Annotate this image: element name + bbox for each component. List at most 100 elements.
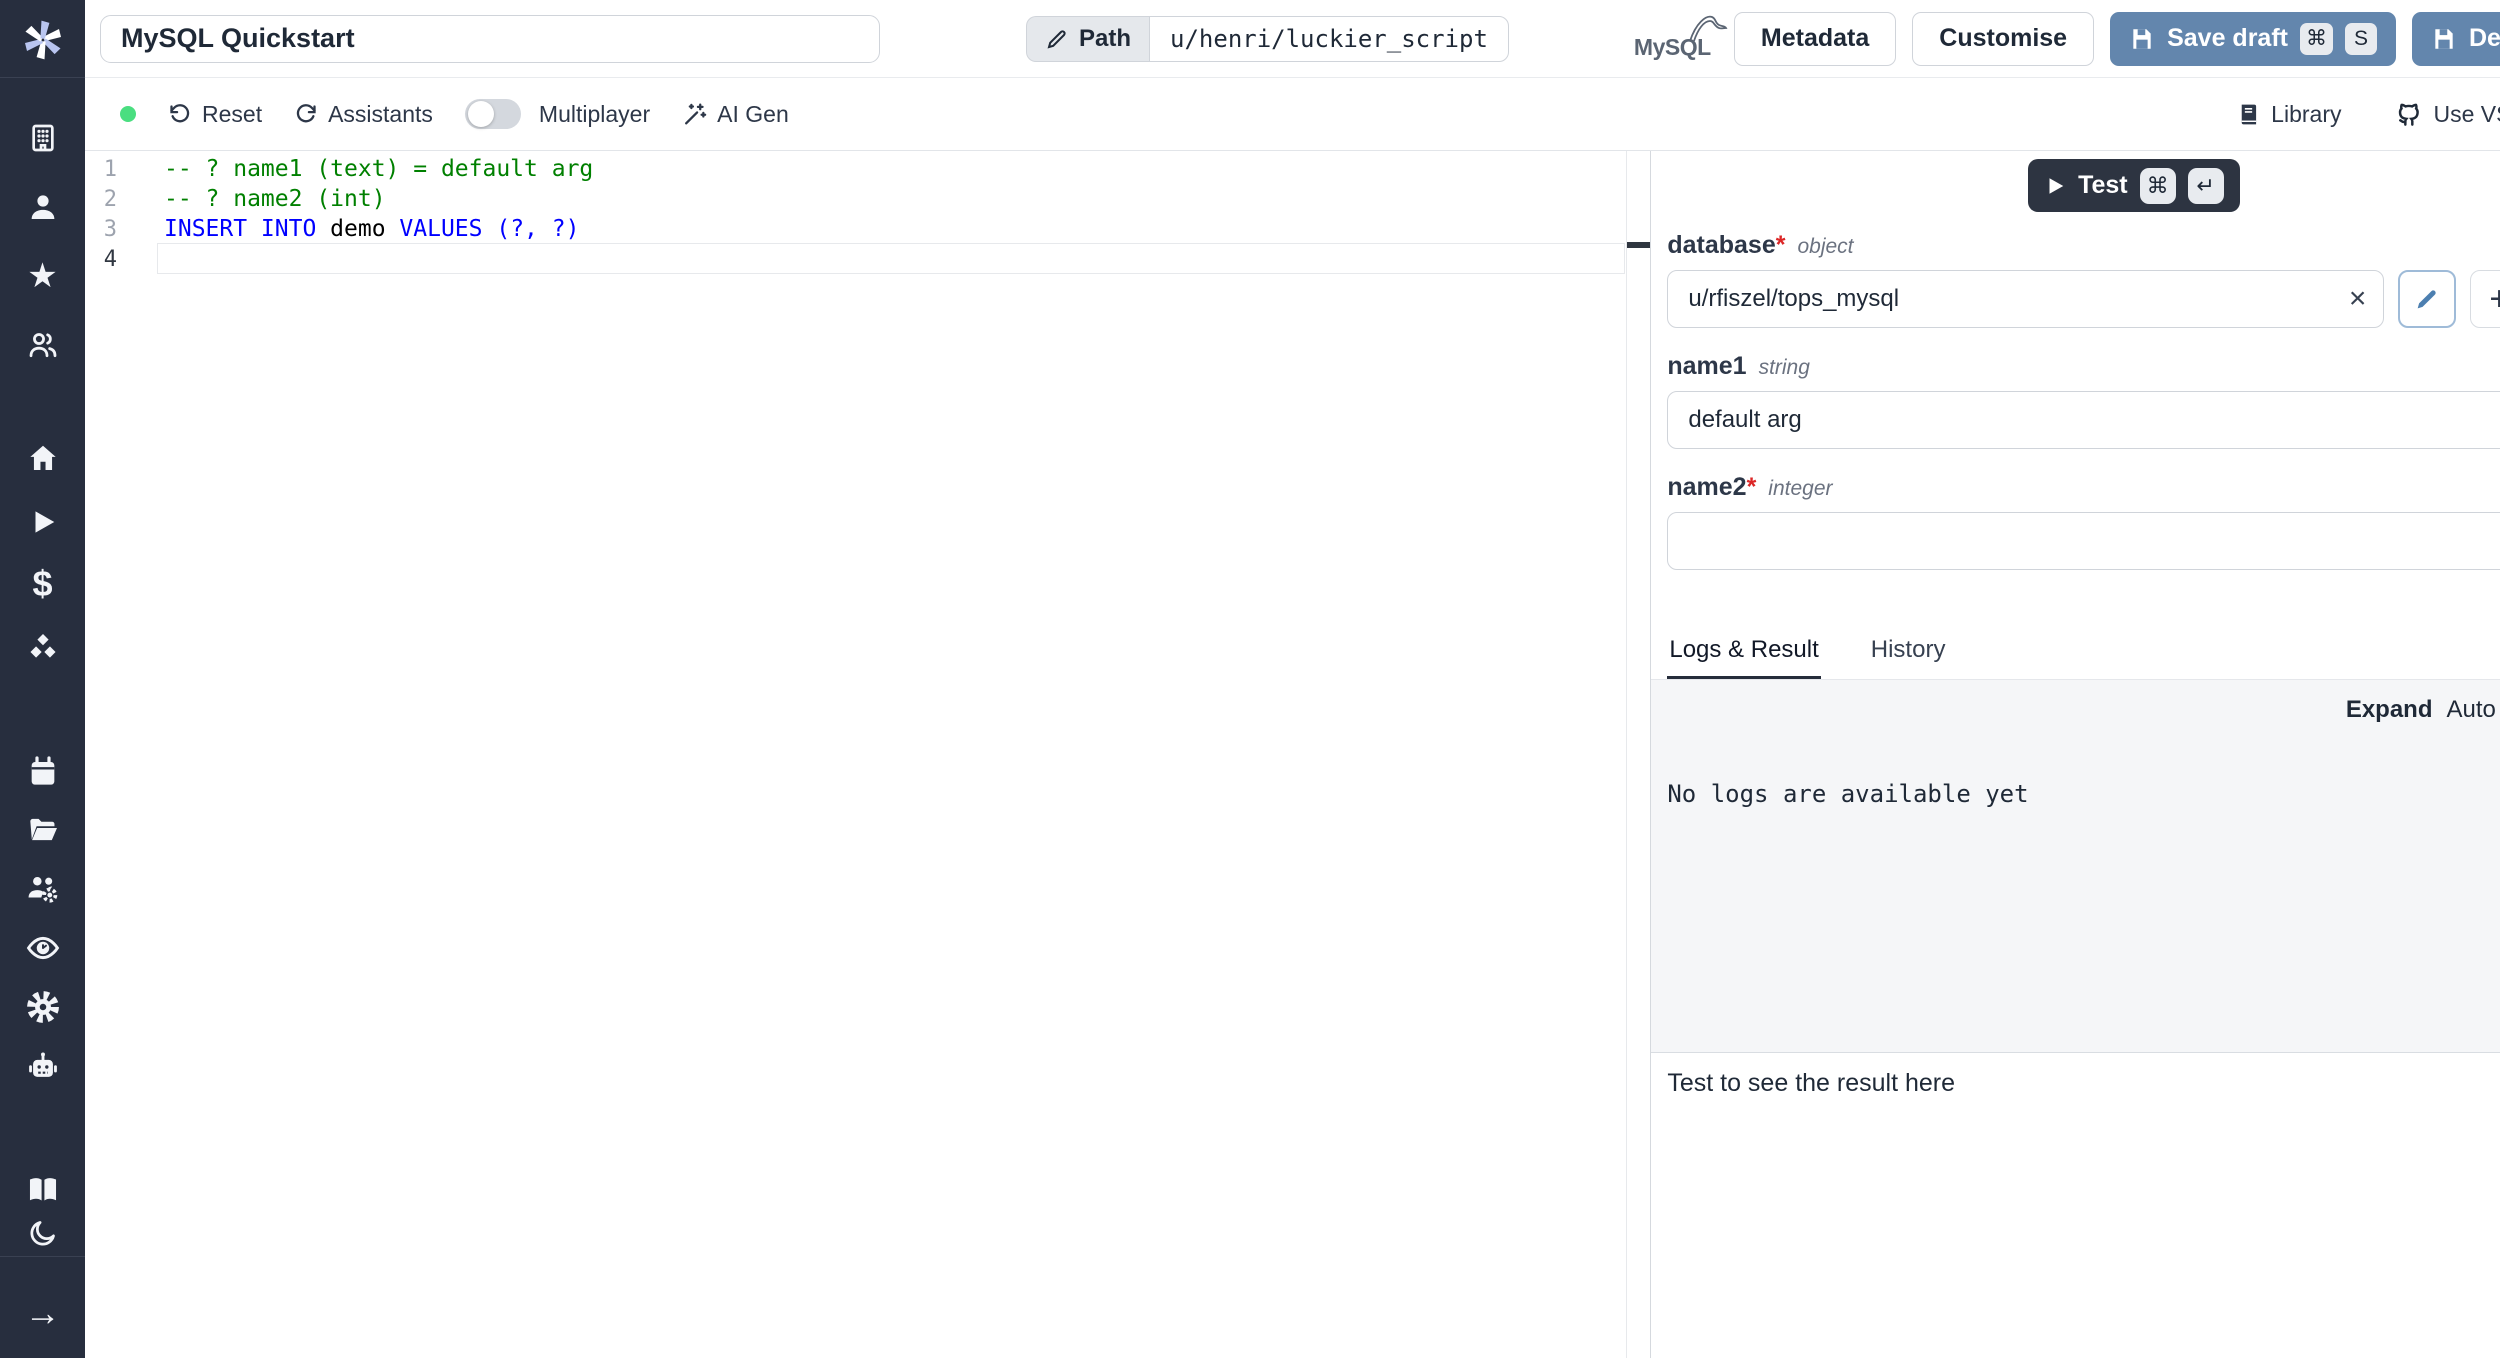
code-text: -- ? name1 (text) = default arg [164,156,594,182]
windmill-logo-icon[interactable] [19,16,67,64]
assistants-button[interactable]: Assistants [294,101,433,128]
path-group: Path u/henri/luckier_script [1026,15,1509,62]
sql-params: (?, ?) [482,216,580,242]
code-line: 1 -- ? name1 (text) = default arg [85,154,1650,184]
book-open-icon[interactable] [21,1170,65,1210]
arrow-right-icon[interactable]: → [21,1293,65,1333]
use-vscode-label: Use VScode [2433,100,2500,127]
field-name: name1 [1667,352,1747,380]
edit-resource-button[interactable] [2398,270,2457,328]
sql-keyword: INSERT INTO [164,216,317,242]
ai-gen-button[interactable]: AI Gen [682,101,789,128]
library-button[interactable]: Library [2236,101,2341,128]
deploy-label: Deploy [2468,24,2500,52]
pencil-icon [2418,290,2437,309]
editor-toolbar: Reset Assistants Multiplayer AI Gen Libr… [85,78,2500,150]
script-title-input[interactable] [100,14,880,63]
folder-open-icon[interactable] [21,810,65,850]
mysql-logo-text: MySQL [1633,33,1711,60]
code-text: -- ? name2 (int) [164,186,386,212]
rotate-ccw-icon [170,104,190,123]
code-line: 4 [85,244,1650,274]
field-type: integer [1768,477,1833,500]
kbd-cmd: ⌘ [2299,22,2333,55]
tab-logs-result[interactable]: Logs & Result [1667,626,1821,679]
line-number: 2 [103,186,117,212]
line-number: 3 [103,216,117,242]
save-icon [2133,28,2151,49]
required-error: Required [1667,576,2500,602]
tab-history[interactable]: History [1869,626,1948,679]
gear-icon[interactable] [21,987,65,1027]
save-draft-button[interactable]: Save draft ⌘ S [2110,11,2396,66]
home-icon[interactable] [21,438,65,478]
expand-button[interactable]: Expand [2346,696,2433,724]
reset-button[interactable]: Reset [168,101,262,128]
use-vscode-button[interactable]: Use VScode [2396,101,2500,128]
test-button[interactable]: Test ⌘ ↵ [2028,159,2240,212]
clear-icon[interactable]: × [2349,284,2367,314]
database-input-wrap: × [1667,270,2385,328]
github-icon [2399,103,2420,126]
user-icon[interactable] [21,187,65,227]
name1-input-wrap: $ [1667,391,2500,449]
line-number: 1 [103,156,117,182]
connection-status-dot [120,106,136,122]
kbd-enter: ↵ [2187,167,2224,204]
script-path-value[interactable]: u/henri/luckier_script [1149,15,1509,62]
name1-input[interactable] [1667,391,2500,449]
required-asterisk: * [1746,473,1757,501]
building-icon[interactable] [21,118,65,158]
logs-controls: Expand Auto scroll ✓ [2346,694,2500,725]
field-label-row: name1 string [1667,352,2500,381]
topbar-actions: Metadata Customise Save draft ⌘ S De [1733,11,2500,66]
magic-wand-icon [685,102,707,124]
workspace: 1 -- ? name1 (text) = default arg 2 -- ?… [85,150,2500,1358]
save-draft-label: Save draft [2167,24,2288,52]
toolbar-right: Library Use VScode [2236,101,2500,128]
robot-icon[interactable] [21,1047,65,1087]
test-button-row: Test ⌘ ↵ [1651,151,2500,221]
user-group-icon[interactable] [21,325,65,365]
toolbar-left: Reset Assistants Multiplayer AI Gen [120,99,789,129]
editor-overview-ruler[interactable] [1626,151,1651,1358]
database-input[interactable] [1667,270,2385,328]
field-name: database* [1667,231,1786,259]
line-number: 4 [103,246,117,272]
field-type: string [1758,356,1810,379]
eye-icon[interactable] [21,928,65,968]
auto-scroll-label[interactable]: Auto scroll [2447,696,2500,724]
user-group-gear-icon[interactable] [21,869,65,909]
calendar-icon[interactable] [21,752,65,792]
play-icon[interactable] [21,502,65,542]
main-area: Path u/henri/luckier_script MySQL Metada… [85,0,2500,1358]
run-panel: Test ⌘ ↵ database* object × [1651,151,2500,1358]
path-button[interactable]: Path [1026,15,1150,62]
code-text: INSERT INTO demo VALUES (?, ?) [117,216,579,242]
code-editor[interactable]: 1 -- ? name1 (text) = default arg 2 -- ?… [85,151,1651,1358]
multiplayer-toggle[interactable] [464,99,521,129]
star-icon[interactable]: ★ [21,256,65,296]
save-icon [2435,28,2453,49]
result-panel: Test to see the result here [1651,1052,2500,1358]
metadata-button[interactable]: Metadata [1733,11,1897,66]
code-line: 2 -- ? name2 (int) [85,184,1650,214]
result-tabs: Logs & Result History [1651,626,2500,680]
add-resource-button[interactable]: + [2470,270,2500,328]
script-args-form: database* object × [1651,221,2500,602]
moon-icon[interactable] [21,1213,65,1253]
code-line: 3 INSERT INTO demo VALUES (?, ?) [85,214,1650,244]
name2-input[interactable] [1667,512,2500,570]
refresh-cw-icon [296,104,316,123]
deploy-button[interactable]: Deploy [2411,11,2500,66]
customise-button[interactable]: Customise [1912,11,2095,66]
cubes-icon[interactable] [21,628,65,668]
dollar-icon[interactable]: $ [21,564,65,604]
field-label-row: database* object [1667,231,2500,260]
play-icon [2049,177,2064,194]
database-input-row: × + [1667,270,2500,328]
plus-icon: + [2489,280,2500,318]
test-button-label: Test [2078,171,2128,199]
topbar: Path u/henri/luckier_script MySQL Metada… [85,0,2500,78]
logs-empty-text: No logs are available yet [1667,780,2029,808]
